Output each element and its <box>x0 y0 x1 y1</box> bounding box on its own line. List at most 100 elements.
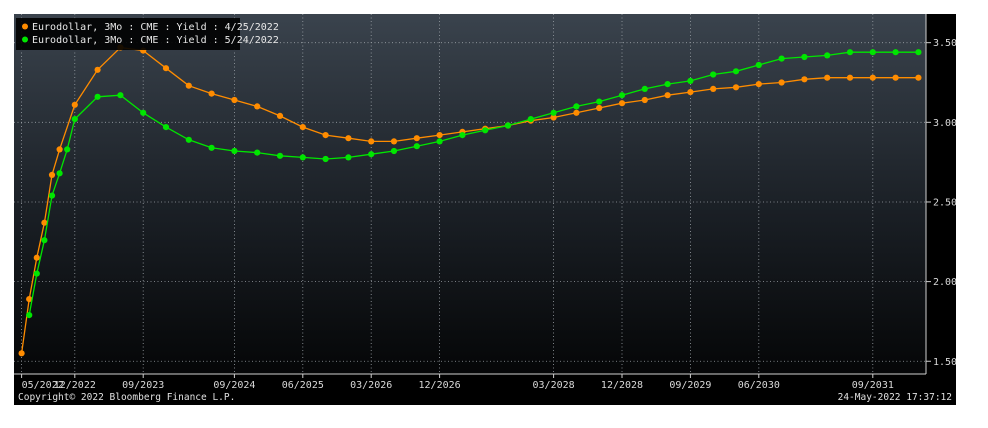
data-point <box>664 81 671 88</box>
x-tick-label: 06/2030 <box>738 380 780 391</box>
data-point <box>755 81 762 88</box>
data-point <box>413 135 420 142</box>
data-point <box>254 103 261 110</box>
data-point <box>869 74 876 81</box>
data-point <box>276 152 284 159</box>
y-tick-label: 3.00 <box>933 118 956 129</box>
data-point <box>687 89 694 96</box>
data-point <box>56 146 63 153</box>
data-point <box>368 151 375 158</box>
data-point <box>596 104 603 112</box>
timestamp-text: 24-May-2022 17:37:12 <box>838 392 952 403</box>
data-point <box>71 101 78 108</box>
data-point <box>824 52 831 59</box>
data-point <box>299 124 306 131</box>
data-point <box>33 254 40 261</box>
data-point <box>208 144 215 151</box>
data-point <box>846 74 854 81</box>
data-point <box>390 147 398 155</box>
x-tick-label: 09/2023 <box>122 380 164 391</box>
y-tick-label: 2.50 <box>933 197 956 208</box>
plot-background <box>14 14 926 374</box>
data-point <box>413 143 420 150</box>
data-point <box>390 138 398 145</box>
data-point <box>778 79 785 86</box>
x-tick-label: 09/2024 <box>213 380 255 391</box>
x-tick-label: 06/2025 <box>282 380 324 391</box>
data-point <box>550 109 557 116</box>
data-point <box>436 132 443 139</box>
data-point <box>504 122 512 129</box>
data-point <box>459 132 466 139</box>
data-point <box>664 92 671 99</box>
data-point <box>231 147 238 155</box>
data-point <box>710 85 717 92</box>
data-point <box>26 312 33 319</box>
data-point <box>618 92 626 99</box>
data-point <box>162 124 170 131</box>
data-point <box>618 100 626 107</box>
y-tick-label: 1.50 <box>933 357 956 368</box>
data-point <box>276 112 284 119</box>
data-point <box>641 85 648 92</box>
data-point <box>892 49 899 56</box>
data-point <box>322 132 329 139</box>
data-point <box>892 74 899 81</box>
yield-curve-chart: 1.502.002.503.003.5005/202212/2022 09/202… <box>14 14 956 403</box>
x-tick-label: 09/2029 <box>669 380 711 391</box>
chart-panel: 1.50 2.00 2.50 3.00 3.50 05/2022 12/2022 09/202… <box>14 14 956 405</box>
legend-marker <box>22 36 28 43</box>
x-tick-label: 12/2026 <box>419 380 461 391</box>
x-tick-label: 03/2026 <box>350 380 392 391</box>
copyright-text: Copyright© 2022 Bloomberg Finance L.P. <box>18 392 235 403</box>
data-point <box>162 65 170 72</box>
legend-label: Eurodollar, 3Mo : CME : Yield : 4/25/202… <box>32 22 279 33</box>
data-point <box>345 154 352 161</box>
data-point <box>482 127 489 134</box>
data-point <box>710 71 717 78</box>
data-point <box>64 146 71 153</box>
data-point <box>915 74 922 81</box>
data-point <box>41 237 48 244</box>
data-point <box>254 149 261 156</box>
legend-marker <box>22 23 28 30</box>
data-point <box>345 135 352 142</box>
data-point <box>231 96 238 104</box>
data-point <box>185 136 192 143</box>
data-point <box>596 98 603 105</box>
data-point <box>56 170 63 177</box>
data-point <box>48 192 56 199</box>
data-point <box>641 96 648 104</box>
data-point <box>824 74 831 81</box>
y-tick-label: 2.00 <box>933 277 956 288</box>
legend: Eurodollar, 3Mo : CME : Yield : 4/25/202… <box>16 18 279 50</box>
data-point <box>846 49 854 56</box>
data-point <box>18 350 25 357</box>
data-point <box>687 77 694 84</box>
data-point <box>778 55 785 62</box>
data-point <box>208 90 215 97</box>
data-point <box>185 82 192 89</box>
data-point <box>869 49 876 56</box>
x-tick-label: 12/2028 <box>601 380 643 391</box>
y-tick-label: 3.50 <box>933 38 956 49</box>
data-point <box>33 270 40 277</box>
data-point <box>915 49 922 56</box>
data-point <box>48 171 56 178</box>
data-point <box>140 109 147 116</box>
data-point <box>117 92 124 99</box>
data-point <box>801 76 808 83</box>
x-tick-label: 03/2028 <box>533 380 575 391</box>
data-point <box>368 138 375 145</box>
legend-label: Eurodollar, 3Mo : CME : Yield : 5/24/202… <box>32 35 279 46</box>
data-point <box>755 61 762 69</box>
x-tick-label: 09/2031 <box>852 380 894 391</box>
data-point <box>573 103 580 110</box>
data-point <box>732 68 740 75</box>
data-point <box>322 155 329 163</box>
x-tick-label: 12/2022 <box>54 380 96 391</box>
data-point <box>299 154 306 161</box>
data-point <box>94 66 101 73</box>
data-point <box>436 138 443 145</box>
data-point <box>71 116 78 123</box>
